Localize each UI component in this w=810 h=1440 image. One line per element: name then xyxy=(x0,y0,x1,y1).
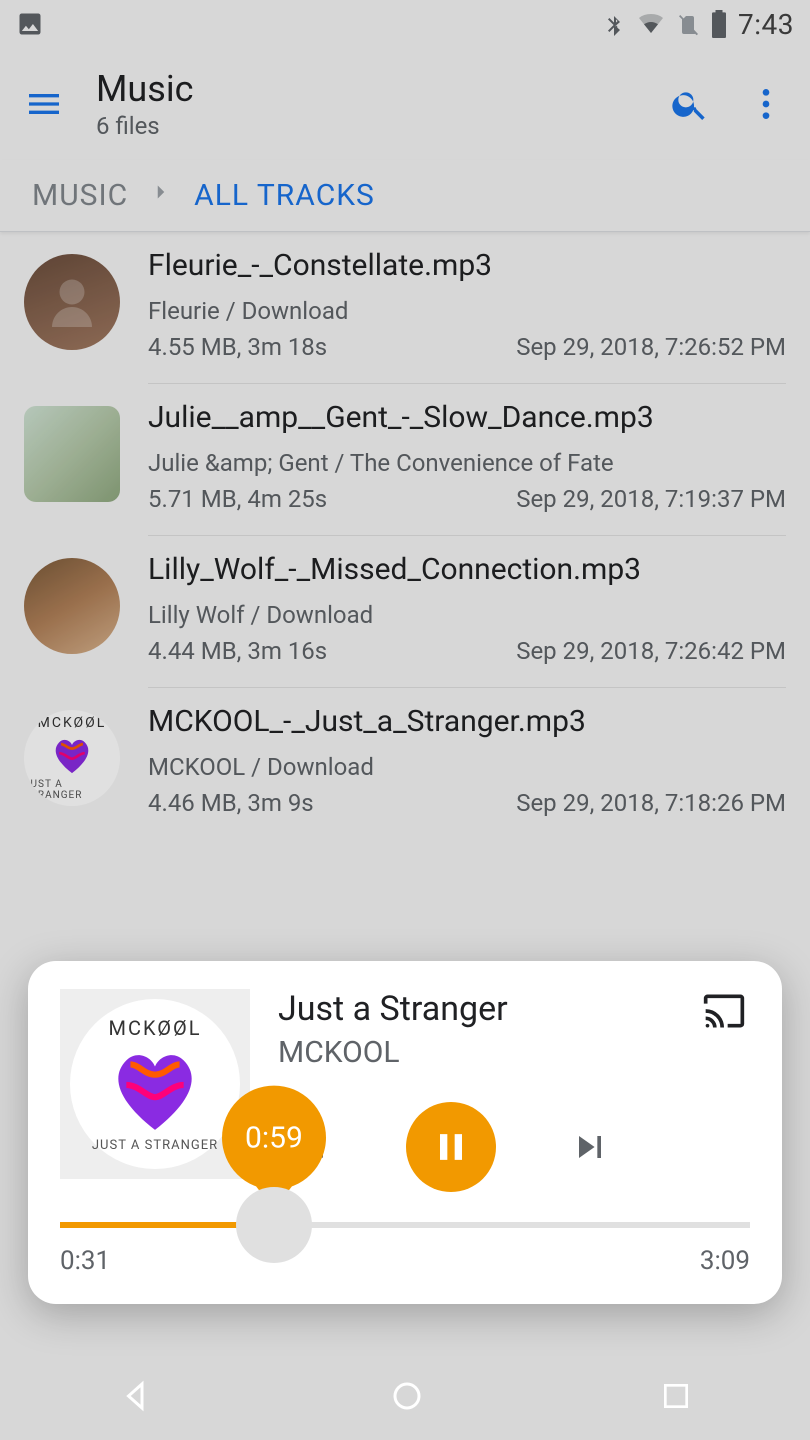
track-artist-album: MCKOOL / Download xyxy=(148,753,786,781)
breadcrumb-root[interactable]: MUSIC xyxy=(32,178,128,213)
player-track-title: Just a Stranger xyxy=(278,989,750,1029)
track-thumbnail xyxy=(24,406,120,502)
track-filename: Lilly_Wolf_-_Missed_Connection.mp3 xyxy=(148,552,786,587)
android-status-bar: 7:43 xyxy=(0,0,810,48)
track-artist-album: Lilly Wolf / Download xyxy=(148,601,786,629)
skip-next-icon[interactable] xyxy=(566,1123,614,1171)
more-vert-icon[interactable] xyxy=(742,80,790,128)
list-item[interactable]: MCKØØL JUST A STRANGER MCKOOL_-_Just_a_S… xyxy=(0,688,810,839)
track-filename: Fleurie_-_Constellate.mp3 xyxy=(148,248,786,283)
pause-button[interactable] xyxy=(406,1102,496,1192)
track-thumbnail: MCKØØL JUST A STRANGER xyxy=(24,710,120,806)
status-clock: 7:43 xyxy=(738,8,794,41)
seek-slider[interactable]: 0:59 0:31 3:09 xyxy=(60,1222,750,1276)
track-artist-album: Fleurie / Download xyxy=(148,297,786,325)
list-item[interactable]: Fleurie_-_Constellate.mp3 Fleurie / Down… xyxy=(0,232,810,384)
total-time: 3:09 xyxy=(700,1246,750,1276)
track-size-duration: 5.71 MB, 4m 25s xyxy=(148,485,327,513)
nav-back-icon[interactable] xyxy=(118,1378,154,1414)
album-art-text-top: MCKØØL xyxy=(38,715,107,731)
seek-tooltip: 0:59 xyxy=(222,1086,326,1190)
seek-thumb[interactable] xyxy=(236,1187,312,1263)
bluetooth-icon xyxy=(602,10,626,38)
track-size-duration: 4.44 MB, 3m 16s xyxy=(148,637,327,665)
cast-icon[interactable] xyxy=(698,989,750,1037)
page-title: Music xyxy=(96,68,638,110)
wifi-icon xyxy=(636,12,666,36)
track-date: Sep 29, 2018, 7:18:26 PM xyxy=(516,789,786,817)
page-subtitle: 6 files xyxy=(96,112,638,140)
track-thumbnail xyxy=(24,254,120,350)
no-sim-icon xyxy=(676,10,700,38)
nav-recent-icon[interactable] xyxy=(660,1380,692,1412)
battery-icon xyxy=(710,10,728,38)
track-size-duration: 4.46 MB, 3m 9s xyxy=(148,789,314,817)
app-bar: Music 6 files xyxy=(0,48,810,160)
album-art-text-bottom: JUST A STRANGER xyxy=(92,1138,218,1153)
track-date: Sep 29, 2018, 7:26:52 PM xyxy=(516,333,786,361)
album-art-text-bottom: JUST A STRANGER xyxy=(24,779,120,801)
breadcrumb: MUSIC ALL TRACKS xyxy=(0,160,810,232)
android-nav-bar xyxy=(0,1352,810,1440)
player-artist: MCKOOL xyxy=(278,1035,750,1070)
track-date: Sep 29, 2018, 7:19:37 PM xyxy=(516,485,786,513)
track-size-duration: 4.55 MB, 3m 18s xyxy=(148,333,327,361)
list-item[interactable]: Lilly_Wolf_-_Missed_Connection.mp3 Lilly… xyxy=(0,536,810,688)
search-icon[interactable] xyxy=(666,80,714,128)
chevron-right-icon xyxy=(148,178,174,213)
now-playing-card[interactable]: MCKØØL JUST A STRANGER Just a Stranger M… xyxy=(28,961,782,1304)
nav-home-icon[interactable] xyxy=(389,1378,425,1414)
track-filename: MCKOOL_-_Just_a_Stranger.mp3 xyxy=(148,704,786,739)
track-thumbnail xyxy=(24,558,120,654)
track-list: Fleurie_-_Constellate.mp3 Fleurie / Down… xyxy=(0,232,810,839)
track-artist-album: Julie &amp; Gent / The Convenience of Fa… xyxy=(148,449,786,477)
track-date: Sep 29, 2018, 7:26:42 PM xyxy=(516,637,786,665)
breadcrumb-leaf[interactable]: ALL TRACKS xyxy=(194,178,375,213)
list-item[interactable]: Julie__amp__Gent_-_Slow_Dance.mp3 Julie … xyxy=(0,384,810,536)
elapsed-time: 0:31 xyxy=(60,1246,110,1276)
album-art-text-top: MCKØØL xyxy=(108,1016,201,1040)
hamburger-menu-icon[interactable] xyxy=(20,80,68,128)
track-filename: Julie__amp__Gent_-_Slow_Dance.mp3 xyxy=(148,400,786,435)
picture-icon xyxy=(16,10,44,38)
